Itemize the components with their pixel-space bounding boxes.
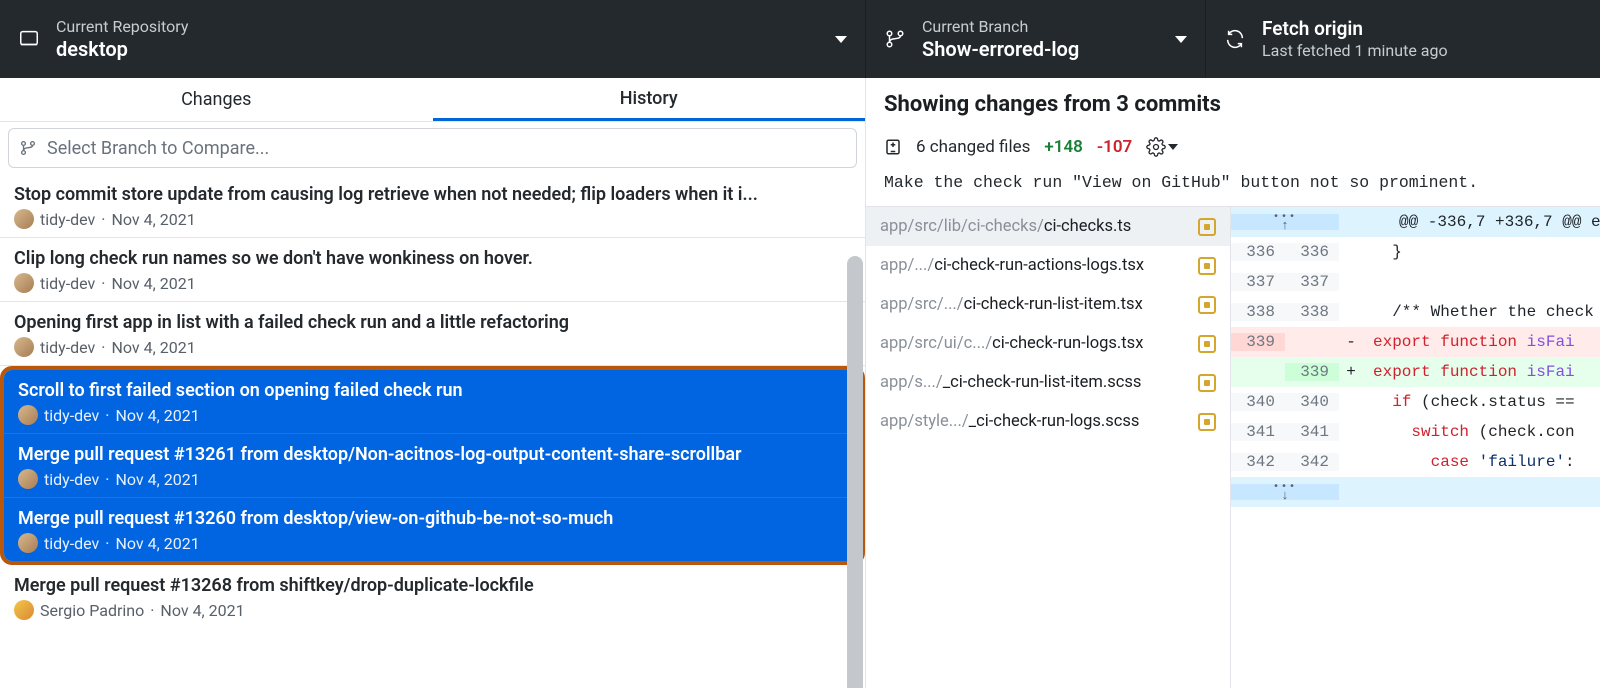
file-item[interactable]: app/src/.../ci-check-run-list-item.tsx xyxy=(866,285,1230,324)
commit-row[interactable]: Stop commit store update from causing lo… xyxy=(0,174,865,238)
selected-commits-group: Scroll to first failed section on openin… xyxy=(0,366,865,565)
branch-compare-input[interactable]: Select Branch to Compare... xyxy=(8,128,857,168)
fetch-label: Fetch origin xyxy=(1262,18,1448,41)
modified-icon xyxy=(1198,257,1216,275)
changes-summary: 6 changed files +148 -107 xyxy=(884,137,1582,157)
commit-row[interactable]: Opening first app in list with a failed … xyxy=(0,302,865,366)
branch-icon xyxy=(19,139,37,157)
diff-line[interactable]: 338338 /** Whether the check xyxy=(1231,297,1600,327)
changes-title: Showing changes from 3 commits xyxy=(884,92,1582,117)
commit-row[interactable]: Clip long check run names so we don't ha… xyxy=(0,238,865,302)
file-item[interactable]: app/s.../_ci-check-run-list-item.scss xyxy=(866,363,1230,402)
deletions-count: -107 xyxy=(1097,137,1132,157)
diff-line[interactable]: 340340 if (check.status == xyxy=(1231,387,1600,417)
diff-pane: Showing changes from 3 commits 6 changed… xyxy=(866,78,1600,688)
modified-icon xyxy=(1198,335,1216,353)
branch-compare-placeholder: Select Branch to Compare... xyxy=(47,138,269,159)
commit-row[interactable]: Scroll to first failed section on openin… xyxy=(4,370,861,434)
modified-icon xyxy=(1198,218,1216,236)
file-item[interactable]: app/style.../_ci-check-run-logs.scss xyxy=(866,402,1230,441)
modified-icon xyxy=(1198,413,1216,431)
file-item[interactable]: app/.../ci-check-run-actions-logs.tsx xyxy=(866,246,1230,285)
diff-line[interactable]: 336336 } xyxy=(1231,237,1600,267)
tab-history[interactable]: History xyxy=(433,78,866,121)
branch-label: Current Branch xyxy=(922,17,1079,36)
avatar xyxy=(18,405,38,425)
avatar xyxy=(14,209,34,229)
sync-icon xyxy=(1224,28,1246,50)
fetch-origin-button[interactable]: Fetch origin Last fetched 1 minute ago xyxy=(1206,0,1600,78)
commit-list: Stop commit store update from causing lo… xyxy=(0,174,865,688)
gear-icon xyxy=(1146,137,1166,157)
current-repository-dropdown[interactable]: Current Repository desktop xyxy=(0,0,866,78)
chevron-down-icon xyxy=(1175,36,1187,43)
avatar xyxy=(18,533,38,553)
branch-icon xyxy=(884,28,906,50)
expand-hunk[interactable]: •••↓ xyxy=(1231,477,1600,507)
toolbar: Current Repository desktop Current Branc… xyxy=(0,0,1600,78)
chevron-down-icon xyxy=(835,36,847,43)
additions-count: +148 xyxy=(1044,137,1082,157)
file-item[interactable]: app/src/ui/c.../ci-check-run-logs.tsx xyxy=(866,324,1230,363)
avatar xyxy=(18,469,38,489)
diff-line[interactable]: 342342 case 'failure': xyxy=(1231,447,1600,477)
changed-files-list: app/src/lib/ci-checks/ci-checks.ts app/.… xyxy=(866,207,1230,688)
fetch-value: Last fetched 1 minute ago xyxy=(1262,41,1448,60)
tab-changes[interactable]: Changes xyxy=(0,78,433,121)
diff-view: •••↑ @@ -336,7 +336,7 @@ ex 336336 }3373… xyxy=(1230,207,1600,688)
chevron-down-icon xyxy=(1168,144,1178,150)
commit-row[interactable]: Merge pull request #13260 from desktop/v… xyxy=(4,498,861,561)
avatar xyxy=(14,337,34,357)
repo-icon xyxy=(18,28,40,50)
file-item[interactable]: app/src/lib/ci-checks/ci-checks.ts xyxy=(866,207,1230,246)
avatar xyxy=(14,600,34,620)
changed-files-label: 6 changed files xyxy=(916,137,1030,157)
hunk-header[interactable]: •••↑ @@ -336,7 +336,7 @@ ex xyxy=(1231,207,1600,237)
commit-row[interactable]: Merge pull request #13268 from shiftkey/… xyxy=(0,565,865,628)
branch-value: Show-errored-log xyxy=(922,37,1079,61)
repo-label: Current Repository xyxy=(56,17,188,36)
diff-settings-button[interactable] xyxy=(1146,137,1178,157)
diff-line[interactable]: 341341 switch (check.con xyxy=(1231,417,1600,447)
modified-icon xyxy=(1198,374,1216,392)
modified-icon xyxy=(1198,296,1216,314)
repo-value: desktop xyxy=(56,37,188,61)
avatar xyxy=(14,273,34,293)
current-branch-dropdown[interactable]: Current Branch Show-errored-log xyxy=(866,0,1206,78)
diff-line[interactable]: 337337 xyxy=(1231,267,1600,297)
diff-line[interactable]: 339+export function isFai xyxy=(1231,357,1600,387)
commit-row[interactable]: Merge pull request #13261 from desktop/N… xyxy=(4,434,861,498)
scrollbar-thumb[interactable] xyxy=(847,256,863,688)
history-pane: Changes History Select Branch to Compare… xyxy=(0,78,866,688)
tabs: Changes History xyxy=(0,78,865,122)
diff-line[interactable]: 339-export function isFai xyxy=(1231,327,1600,357)
commit-message: Make the check run "View on GitHub" butt… xyxy=(866,167,1600,206)
diff-icon xyxy=(884,138,902,156)
